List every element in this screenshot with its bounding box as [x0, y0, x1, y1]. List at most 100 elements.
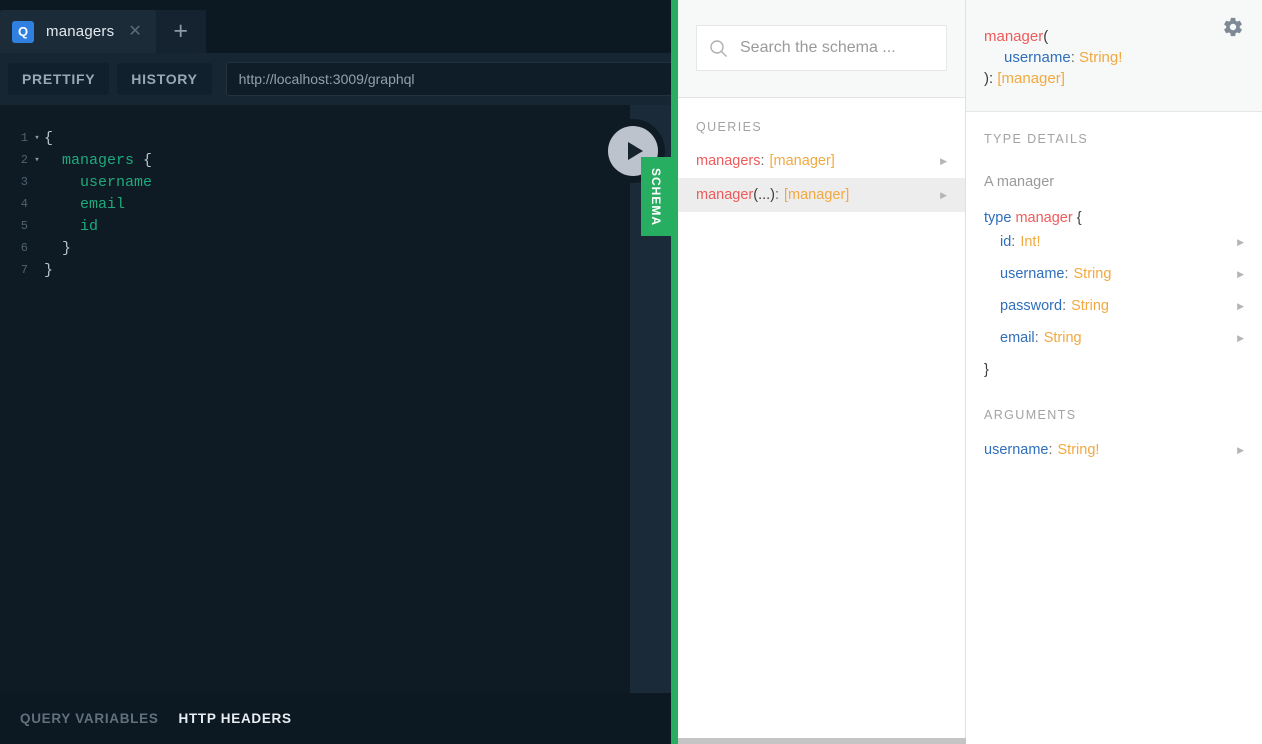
argument-colon: :	[1048, 442, 1053, 458]
field-type[interactable]: String	[1071, 298, 1109, 314]
tab-bar: Q managers ✕ +	[0, 0, 678, 53]
query-type[interactable]: [manager]	[770, 153, 835, 169]
type-details-title: TYPE DETAILS	[984, 132, 1089, 146]
line-number: 7	[20, 263, 28, 277]
close-brace: }	[984, 362, 989, 378]
open-brace: {	[1076, 210, 1082, 226]
code-line: 3 username	[0, 171, 630, 193]
tab-managers[interactable]: Q managers ✕	[0, 10, 156, 53]
close-icon[interactable]: ✕	[128, 23, 141, 40]
field-type[interactable]: Int!	[1020, 234, 1040, 250]
code-text: {	[44, 129, 54, 147]
field-type[interactable]: String	[1044, 330, 1082, 346]
chevron-right-icon[interactable]: ▶	[1237, 445, 1244, 456]
toolbar: PRETTIFY HISTORY http://localhost:3009/g…	[0, 53, 678, 105]
history-button[interactable]: HISTORY	[117, 63, 212, 95]
code-text: }	[44, 261, 54, 279]
field-colon: :	[1034, 330, 1039, 346]
line-number: 2	[20, 153, 28, 167]
graphql-playground: Q managers ✕ + PRETTIFY HISTORY http://l…	[0, 0, 1262, 744]
chevron-right-icon[interactable]: ▶	[940, 156, 947, 167]
settings-button[interactable]	[1218, 12, 1248, 42]
type-keyword: type	[984, 210, 1012, 226]
code-line: 2 ▾ managers {	[0, 149, 630, 171]
field-name[interactable]: password	[1000, 298, 1062, 314]
field-type[interactable]: String	[1074, 266, 1112, 282]
plus-icon[interactable]: +	[155, 10, 206, 53]
schema-search-box[interactable]: Search the schema ...	[696, 25, 947, 71]
field-colon: :	[1062, 298, 1067, 314]
chevron-right-icon[interactable]: ▶	[1237, 237, 1244, 248]
playground-left-pane: Q managers ✕ + PRETTIFY HISTORY http://l…	[0, 0, 678, 744]
code-text: email	[80, 195, 126, 213]
detail-body: TYPE DETAILS A manager type manager { id…	[966, 112, 1262, 466]
line-number: 1	[20, 131, 28, 145]
chevron-right-icon[interactable]: ▶	[1237, 333, 1244, 344]
detail-arg-name[interactable]: username	[984, 49, 1071, 66]
line-number: 6	[20, 241, 28, 255]
query-row-manager[interactable]: manager (...): [manager] ▶	[678, 178, 965, 212]
field-colon: :	[1064, 266, 1069, 282]
endpoint-url-input[interactable]: http://localhost:3009/graphql	[225, 62, 678, 96]
argument-name[interactable]: username	[984, 442, 1048, 458]
type-field-id[interactable]: id: Int! ▶	[984, 226, 1244, 258]
queries-section-title: QUERIES	[696, 120, 763, 134]
code-line: 1 ▾{	[0, 127, 630, 149]
type-field-username[interactable]: username: String ▶	[984, 258, 1244, 290]
code-text: }	[44, 239, 72, 257]
type-fields-list: id: Int! ▶ username: String ▶ password: String ▶…	[984, 226, 1244, 354]
code-text: managers {	[62, 151, 153, 169]
query-editor[interactable]: 1 ▾{2 ▾ managers {3 username 4 email 5 id 6 }…	[0, 105, 630, 693]
code-line: 7}	[0, 259, 630, 281]
detail-return-type[interactable]: [manager]	[997, 70, 1065, 87]
line-number: 5	[20, 219, 28, 233]
fold-arrow-icon[interactable]: ▾	[30, 149, 44, 171]
search-area: Search the schema ...	[678, 0, 965, 98]
bottom-bar: QUERY VARIABLES HTTP HEADERS	[0, 693, 671, 744]
queries-list: managers: [manager] ▶ manager (...): [manager…	[678, 144, 965, 212]
query-type[interactable]: [manager]	[784, 187, 849, 203]
code-line: 5 id	[0, 215, 630, 237]
field-colon: :	[1011, 234, 1016, 250]
field-name[interactable]: id	[1000, 234, 1011, 250]
detail-field-name[interactable]: manager	[984, 28, 1043, 45]
line-number: 3	[20, 175, 28, 189]
pane-separator[interactable]	[671, 0, 678, 744]
line-number: 4	[20, 197, 28, 211]
docs-horizontal-scrollbar[interactable]	[678, 738, 966, 744]
http-headers-tab[interactable]: HTTP HEADERS	[179, 711, 292, 726]
type-field-email[interactable]: email: String ▶	[984, 322, 1244, 354]
tab-query-badge: Q	[12, 20, 34, 43]
query-name[interactable]: managers	[696, 153, 760, 169]
detail-arg-colon: :	[1070, 49, 1075, 66]
fold-arrow-icon[interactable]: ▾	[30, 127, 44, 149]
code-line: 6 }	[0, 237, 630, 259]
field-name[interactable]: email	[1000, 330, 1035, 346]
query-name[interactable]: manager	[696, 187, 753, 203]
prettify-button[interactable]: PRETTIFY	[8, 63, 110, 95]
type-declaration: type manager {	[984, 198, 1244, 226]
argument-type[interactable]: String!	[1058, 442, 1100, 458]
chevron-right-icon[interactable]: ▶	[1237, 269, 1244, 280]
detail-arg-type[interactable]: String!	[1079, 49, 1122, 66]
argument-username[interactable]: username: String! ▶	[984, 434, 1244, 466]
code-text: username	[80, 173, 153, 191]
type-name[interactable]: manager	[1015, 210, 1072, 226]
chevron-right-icon[interactable]: ▶	[1237, 301, 1244, 312]
arguments-title: ARGUMENTS	[984, 408, 1077, 422]
chevron-right-icon[interactable]: ▶	[940, 190, 947, 201]
type-field-password[interactable]: password: String ▶	[984, 290, 1244, 322]
type-description: A manager	[984, 174, 1055, 190]
search-icon	[710, 39, 727, 57]
code-text: id	[80, 217, 99, 235]
schema-tab[interactable]: SCHEMA	[641, 157, 671, 236]
schema-search-input[interactable]: Search the schema ...	[740, 39, 896, 57]
gear-icon	[1224, 17, 1242, 37]
query-variables-tab[interactable]: QUERY VARIABLES	[20, 711, 159, 726]
schema-docs-pane: Search the schema ... QUERIES managers:[…	[678, 0, 1262, 744]
field-name[interactable]: username	[1000, 266, 1064, 282]
detail-close-paren: ):	[984, 70, 994, 87]
arguments-list: username: String! ▶	[984, 434, 1244, 466]
query-row-managers[interactable]: managers: [manager] ▶	[678, 144, 965, 178]
query-colon: :	[774, 187, 780, 203]
